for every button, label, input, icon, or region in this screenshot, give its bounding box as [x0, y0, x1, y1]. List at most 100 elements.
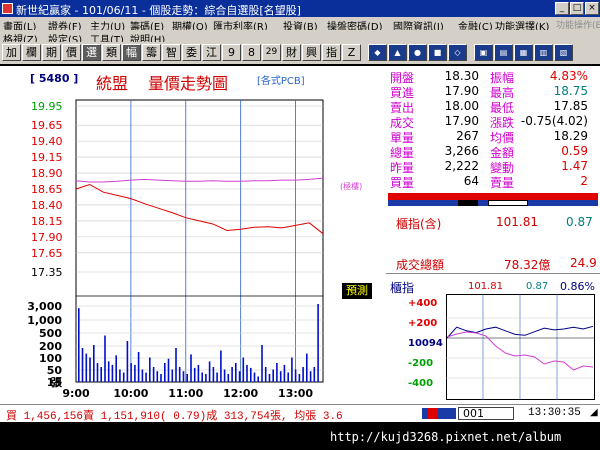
volume-bar	[122, 372, 125, 382]
volume-tick-label: 500	[39, 327, 62, 340]
toolbar-button-29[interactable]: 29	[262, 44, 281, 61]
volume-bar	[201, 372, 203, 382]
volume-bar	[81, 348, 84, 382]
time-tick-label: 9:00	[62, 387, 90, 400]
toolbar-button-jiang[interactable]: 江	[202, 44, 221, 61]
volume-bar	[167, 358, 170, 382]
volume-bar	[115, 355, 117, 382]
resize-grip-icon[interactable]: ◢	[590, 407, 598, 418]
volume-bar	[306, 353, 308, 382]
toolbar-button-chips[interactable]: 籌	[142, 44, 161, 61]
toolbar-button-smart[interactable]: 智	[162, 44, 181, 61]
volume-bar	[208, 361, 211, 382]
turnover-extra: 24.9	[570, 256, 597, 270]
watermark-url: http://kujd3268.pixnet.net/album	[330, 430, 562, 444]
volume-bar	[276, 363, 278, 382]
toolbar-button-finance[interactable]: 財	[282, 44, 301, 61]
volume-bar	[96, 363, 99, 382]
icon-button[interactable]: ▲	[388, 44, 407, 61]
volume-bar	[268, 374, 271, 382]
volume-tick-label: 3,000	[27, 300, 62, 313]
volume-bar	[107, 361, 110, 382]
quote-value: 2,222	[444, 159, 479, 173]
close-button[interactable]: ×	[585, 2, 599, 15]
volume-bar	[227, 374, 230, 382]
icon-button[interactable]: ■	[428, 44, 447, 61]
volume-bar	[100, 367, 102, 382]
forecast-button[interactable]: 預測	[342, 283, 372, 299]
mini-axis-label: -400	[408, 378, 434, 389]
toolbar-button-8[interactable]: 8	[242, 44, 261, 61]
volume-bar	[175, 348, 177, 382]
icon-button[interactable]: ▧	[554, 44, 573, 61]
buy-sell-bar	[388, 193, 598, 200]
price-tick-label: 19.95	[31, 100, 63, 113]
toolbar-button-order[interactable]: 委	[182, 44, 201, 61]
quote-value: -0.75(4.02)	[520, 114, 588, 128]
minimize-button[interactable]: _	[555, 2, 569, 15]
volume-bar	[250, 367, 252, 382]
price-tick-label: 19.40	[31, 135, 63, 148]
ratio-bar	[388, 200, 598, 206]
icon-button[interactable]: ●	[408, 44, 427, 61]
toolbar-button-category[interactable]: 類	[102, 44, 121, 61]
mini-index-change: 0.87	[526, 281, 549, 292]
app-icon	[2, 3, 13, 14]
price-tick-label: 17.35	[31, 266, 63, 279]
status-bar: 買 1,456,156賣 1,151,910( 0.79)成 313,754張,…	[0, 404, 600, 423]
price-chart-svg: 19.95 19.65 19.40 19.15 18.90 18.65 18.40 18.15…	[27, 99, 324, 400]
toolbar-button-interest[interactable]: 興	[302, 44, 321, 61]
icon-button[interactable]: ▤	[494, 44, 513, 61]
volume-bar	[261, 345, 263, 382]
stock-selector-box[interactable]: 001	[458, 407, 514, 420]
volume-bar	[309, 371, 312, 382]
limit-label: (極樓)	[340, 182, 363, 191]
volume-bar	[93, 345, 95, 382]
quote-row: 昨量 2,222 變動 1.47	[386, 158, 596, 175]
maximize-button[interactable]: □	[570, 2, 584, 15]
toolbar-button-price[interactable]: 價	[62, 44, 81, 61]
toolbar-button-amplitude[interactable]: 幅	[122, 44, 141, 61]
time-tick-label: 10:00	[113, 387, 148, 400]
icon-button[interactable]: ◆	[368, 44, 387, 61]
price-tick-label: 17.65	[31, 247, 63, 260]
volume-bar	[178, 367, 181, 382]
mini-index-label: 櫃指	[390, 281, 415, 295]
volume-bar	[220, 350, 222, 382]
mini-chart-frame	[446, 294, 595, 400]
otc-index-label: 櫃指(含)	[396, 217, 442, 231]
volume-bar	[145, 372, 147, 382]
otc-index-value: 101.81	[496, 215, 538, 229]
toolbar-button-9[interactable]: 9	[222, 44, 241, 61]
title-bar: 新世紀贏家 - 101/06/11 - 個股走勢：綜合自選股[名望股] _ □ …	[0, 0, 600, 18]
volume-bar	[212, 367, 215, 382]
clock: 13:30:35	[528, 407, 581, 419]
toolbar-button-columns[interactable]: 欄	[22, 44, 41, 61]
price-line	[75, 183, 324, 235]
toolbar-button-select[interactable]: 選	[82, 44, 101, 61]
quote-row: 買量 64 賣量 2	[386, 173, 596, 190]
toolbar-button-index[interactable]: 指	[322, 44, 341, 61]
icon-button[interactable]: ▣	[474, 44, 493, 61]
status-color-bar	[422, 408, 456, 419]
quote-value: 18.75	[553, 84, 588, 98]
toolbar-button-period[interactable]: 期	[42, 44, 61, 61]
icon-button[interactable]: ◇	[448, 44, 467, 61]
volume-bar	[104, 335, 106, 382]
volume-bar	[160, 374, 162, 382]
icon-button[interactable]: ▦	[514, 44, 533, 61]
volume-bar	[246, 364, 248, 382]
toolbar-button-add[interactable]: 加	[2, 44, 21, 61]
quote-value: 0.59	[561, 144, 588, 158]
mini-axis-label: +400	[408, 298, 438, 309]
price-tick-label: 17.90	[31, 231, 63, 244]
quote-value: 18.00	[444, 99, 479, 113]
mini-index-chart	[446, 294, 595, 400]
volume-bar	[156, 371, 159, 382]
volume-bar	[291, 357, 293, 382]
volume-bar	[111, 364, 114, 382]
toolbar-button-z[interactable]: Z	[342, 44, 361, 61]
quote-value: 4.83%	[549, 69, 588, 83]
mini-axis-label: +200	[408, 318, 438, 329]
icon-button[interactable]: ▥	[534, 44, 553, 61]
